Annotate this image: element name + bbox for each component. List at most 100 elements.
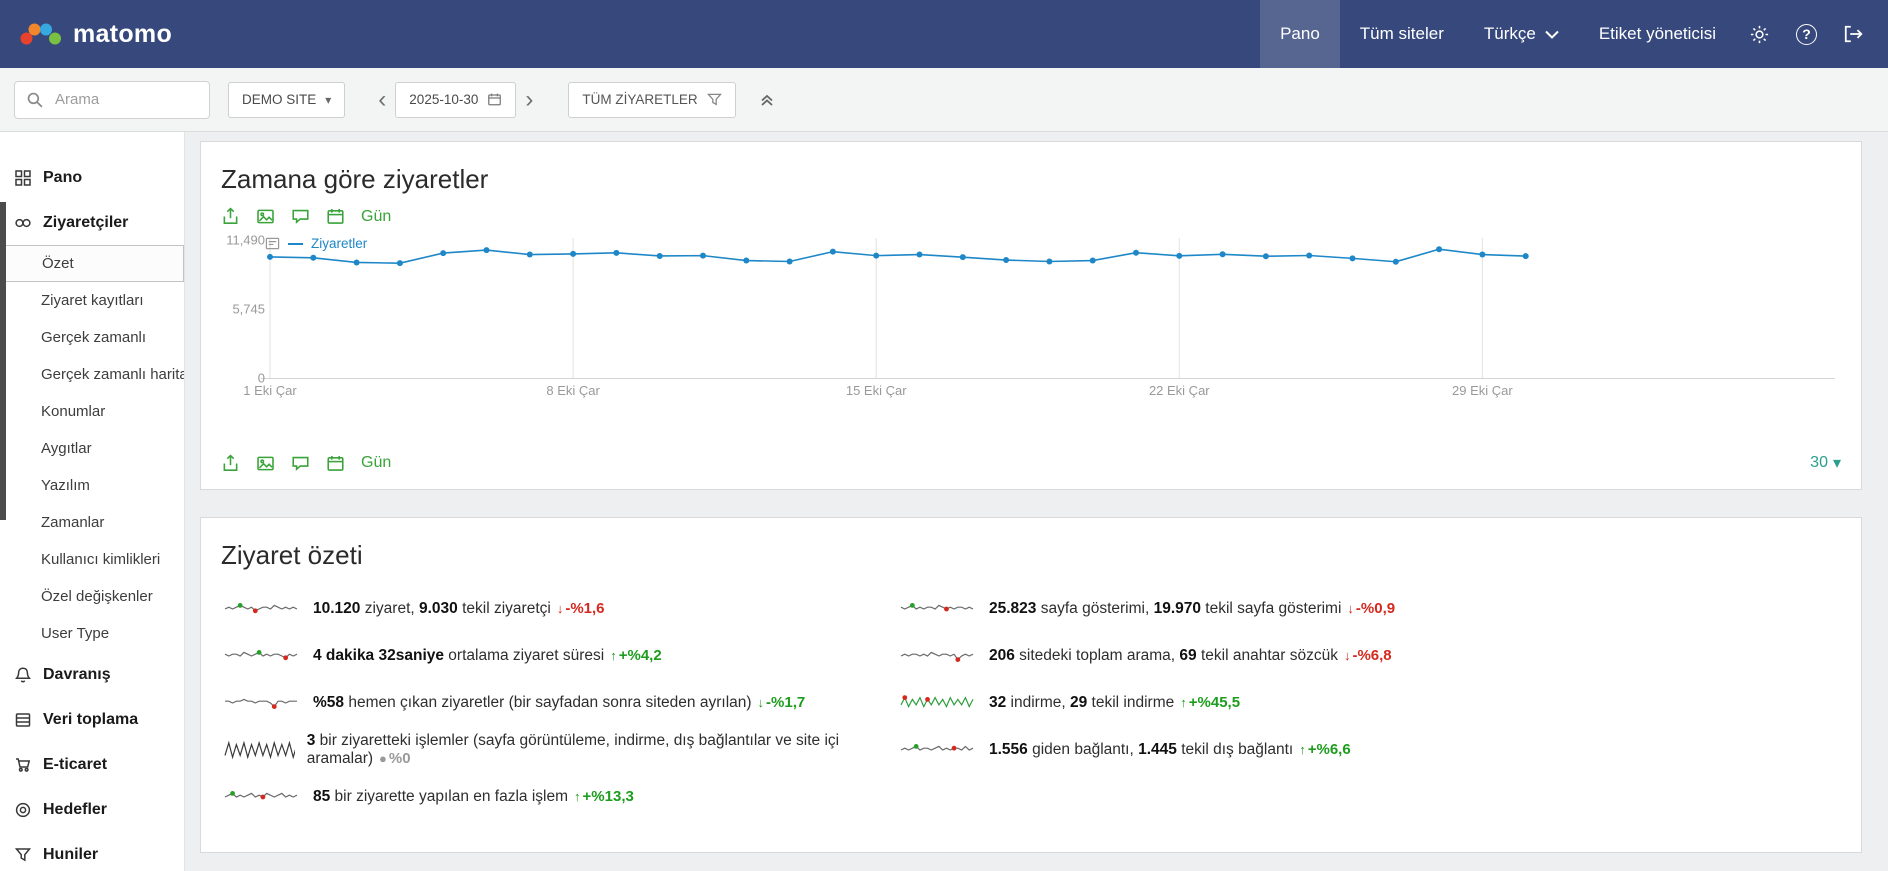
sidebar-item-label: Hedefler [43,801,107,819]
export-icon[interactable] [221,454,240,473]
sidebar-item-label: Ziyaret kayıtları [41,292,144,309]
metric-label: sitedeki toplam arama, [1015,647,1180,664]
sparkline[interactable] [897,736,977,764]
search-input[interactable] [53,90,198,109]
segment-selector[interactable]: TÜM ZİYARETLER [568,82,735,118]
chart-wrapper: Ziyaretler 1 Eki Çar8 Eki Çar15 Eki Çar2… [221,234,1841,404]
sidebar-item-label: Aygıtlar [41,440,92,457]
evolution-indicator: ↑+%45,5 [1180,694,1240,711]
calendar-period-icon[interactable] [326,207,345,226]
sparkline[interactable] [897,689,977,717]
sidebar-item-zet[interactable]: Özet [0,245,184,282]
svg-text:1 Eki Çar: 1 Eki Çar [243,383,297,398]
summary-row: 10.120 ziyaret, 9.030 tekil ziyaretçi↓-%… [221,585,897,632]
metric-label: tekil sayfa gösterimi [1201,600,1341,617]
sidebar-item-huniler[interactable]: Huniler [0,832,184,871]
sidebar-item-ziyaret-iler[interactable]: Ziyaretçiler [0,200,184,245]
sidebar-item-ayg-tlar[interactable]: Aygıtlar [0,430,184,467]
sparkline[interactable] [221,736,295,764]
export-image-icon[interactable] [256,454,275,473]
caret-down-icon: ▾ [325,93,331,107]
export-image-icon[interactable] [256,207,275,226]
nav-item-tag-manager[interactable]: Etiket yöneticisi [1579,0,1736,68]
widget-title: Ziyaret özeti [221,540,1841,571]
sidebar-item-yaz-l-m[interactable]: Yazılım [0,467,184,504]
period-label[interactable]: Gün [361,208,391,226]
sidebar-item-kullan-c-kimlikleri[interactable]: Kullanıcı kimlikleri [0,541,184,578]
sidebar-item-ger-ek-zamanl-harita[interactable]: Gerçek zamanlı harita [0,356,184,393]
evolution-indicator: ↑+%6,6 [1299,741,1350,758]
trend-flat-icon: ● [379,751,387,766]
sidebar-item-e-ticaret[interactable]: E-ticaret [0,742,184,787]
row-limit-selector[interactable]: 30 ▾ [1810,453,1841,473]
date-value: 2025-10-30 [409,92,478,107]
sidebar-item-label: Özel değişkenler [41,588,153,605]
export-icon[interactable] [221,207,240,226]
evolution-indicator: ↓-%0,9 [1347,600,1395,617]
nav-item-all-websites[interactable]: Tüm siteler [1340,0,1464,68]
trend-down-icon: ↓ [758,695,765,710]
summary-row: 4 dakika 32saniye ortalama ziyaret süres… [221,632,897,679]
summary-metric-text: 32 indirme, 29 tekil indirme↑+%45,5 [989,694,1240,712]
sparkline[interactable] [897,595,977,623]
sidebar-item-zamanlar[interactable]: Zamanlar [0,504,184,541]
svg-text:11,490: 11,490 [226,234,265,248]
matomo-logo[interactable]: matomo [0,20,192,49]
sidebar-item-label: Özet [42,255,74,272]
summary-row: 3 bir ziyaretteki işlemler (sayfa görünt… [221,726,897,773]
sidebar-item-davran[interactable]: Davranış [0,652,184,697]
sparkline[interactable] [221,783,301,811]
metric-value: 9.030 [419,600,458,617]
sidebar-item-label: Konumlar [41,403,105,420]
annotations-view-icon[interactable] [265,236,280,251]
sidebar-item-konumlar[interactable]: Konumlar [0,393,184,430]
nav-item-dashboard[interactable]: Pano [1260,0,1340,68]
summary-row: 25.823 sayfa gösterimi, 19.970 tekil say… [897,585,1841,632]
logout-button[interactable] [1830,0,1876,68]
evolution-indicator: ●%0 [379,750,411,767]
period-label[interactable]: Gün [361,454,391,472]
site-selector[interactable]: DEMO SITE ▾ [228,82,345,118]
sparkline[interactable] [221,689,301,717]
sidebar-item-label: Yazılım [41,477,90,494]
date-range-selector[interactable]: 2025-10-30 [395,82,516,118]
sidebar-item-ziyaret-kay-tlar[interactable]: Ziyaret kayıtları [0,282,184,319]
brand-name: matomo [73,20,172,49]
settings-button[interactable] [1736,0,1783,68]
annotations-icon[interactable] [291,207,310,226]
search-box[interactable] [14,81,210,119]
previous-period-button[interactable]: ‹ [369,88,395,112]
next-period-button[interactable]: › [516,88,542,112]
sidebar-item-zel-de-i-kenler[interactable]: Özel değişkenler [0,578,184,615]
visits-line-chart[interactable]: 1 Eki Çar8 Eki Çar15 Eki Çar22 Eki Çar29… [221,234,1841,404]
trend-up-icon: ↑ [610,648,617,663]
visits-over-time-card: Zamana göre ziyaretler Gün Ziyar [200,141,1862,490]
summary-row: 206 sitedeki toplam arama, 69 tekil anah… [897,632,1841,679]
chevron-down-icon [1545,30,1559,39]
metric-label: giden bağlantı, [1028,741,1138,758]
metric-label: tekil ziyaretçi [458,600,551,617]
funnels-icon [14,846,32,864]
chart-legend[interactable]: Ziyaretler [265,236,367,251]
calendar-period-icon[interactable] [326,454,345,473]
help-button[interactable]: ? [1783,0,1830,68]
sidebar-scrollbar-thumb[interactable] [0,202,6,520]
metric-label: tekil indirme [1087,694,1174,711]
sidebar-item-hedefler[interactable]: Hedefler [0,787,184,832]
sparkline[interactable] [221,642,301,670]
evolution-value: -%0,9 [1356,600,1395,617]
sidebar-item-veri-toplama[interactable]: Veri toplama [0,697,184,742]
summary-row: 85 bir ziyarette yapılan en fazla işlem↑… [221,773,897,820]
trend-down-icon: ↓ [557,601,564,616]
metric-label: indirme, [1006,694,1070,711]
nav-item-language[interactable]: Türkçe [1464,0,1579,68]
annotations-icon[interactable] [291,454,310,473]
collapse-header-button[interactable] [758,92,776,108]
sparkline[interactable] [221,595,301,623]
sidebar-item-user-type[interactable]: User Type [0,615,184,652]
sidebar-item-ger-ek-zamanl[interactable]: Gerçek zamanlı [0,319,184,356]
sidebar-item-pano[interactable]: Pano [0,155,184,200]
metric-label: tekil anahtar sözcük [1197,647,1338,664]
calendar-icon [487,92,502,107]
sparkline[interactable] [897,642,977,670]
